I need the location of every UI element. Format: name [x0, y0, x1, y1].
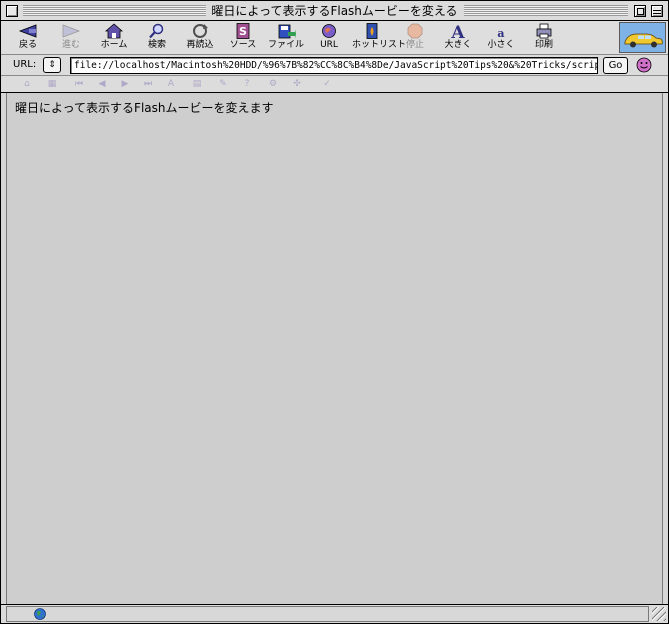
- print-icon: [536, 23, 552, 39]
- search-button[interactable]: 検索: [137, 23, 177, 53]
- mini-edit-icon: ✎: [219, 79, 227, 89]
- mini-print-icon: ▤: [192, 79, 202, 89]
- hotlist-label: ホットリスト: [352, 40, 407, 50]
- mini-grid-icon: ▦: [47, 79, 57, 89]
- mini-last-icon: ⏭: [143, 79, 153, 89]
- zoom-box[interactable]: [634, 5, 646, 17]
- search-label: 検索: [147, 40, 166, 50]
- url-history-popup[interactable]: ⇕: [43, 57, 61, 73]
- mini-previous-icon: ◀: [98, 79, 106, 89]
- page-text: 曜日によって表示するFlashムービーを変えます: [15, 101, 274, 115]
- back-arrow-icon: [18, 24, 37, 38]
- url-globe-icon: [322, 24, 336, 38]
- file-label: ファイル: [267, 40, 304, 50]
- stop-icon: [407, 23, 423, 39]
- forward-button[interactable]: 進む: [51, 23, 91, 53]
- source-icon: S: [236, 23, 250, 39]
- mini-gear-icon: ⚙: [268, 79, 278, 89]
- window-title: 曜日によって表示するFlashムービーを変える: [205, 3, 464, 19]
- smaller-text-button[interactable]: a 小さく: [481, 23, 521, 53]
- browser-window: 曜日によって表示するFlashムービーを変える 戻る 進む ホーム 検索 再読込…: [0, 0, 669, 624]
- forward-arrow-icon: [62, 24, 81, 38]
- secondary-button-bar: ⌂ ▦ ⏮ ◀ ▶ ⏭ A ▤ ✎ ? ⚙ ✣ ✓: [1, 76, 668, 93]
- resize-grow-box[interactable]: [652, 607, 666, 621]
- go-button[interactable]: Go: [603, 57, 628, 74]
- collapse-box[interactable]: [651, 5, 663, 17]
- location-bar: URL: ⇕ file://localhost/Macintosh%20HDD/…: [1, 55, 668, 76]
- source-label: ソース: [229, 40, 257, 50]
- back-label: 戻る: [18, 40, 37, 50]
- mini-check-icon: ✓: [323, 79, 331, 89]
- mini-home-icon: ⌂: [24, 79, 30, 89]
- source-button[interactable]: S ソース: [223, 23, 263, 53]
- larger-text-label: 大きく: [444, 40, 472, 50]
- larger-text-button[interactable]: A 大きく: [438, 23, 478, 53]
- hotlist-button[interactable]: ホットリスト: [352, 23, 407, 53]
- globe-icon: [34, 608, 46, 620]
- close-box[interactable]: [6, 5, 18, 17]
- status-bar: [1, 604, 668, 623]
- url-input[interactable]: file://localhost/Macintosh%20HDD/%96%7B%…: [70, 57, 598, 74]
- svg-text:a: a: [497, 27, 504, 39]
- smaller-text-icon: a: [497, 27, 504, 39]
- title-bar[interactable]: 曜日によって表示するFlashムービーを変える: [1, 1, 668, 21]
- hotlist-icon: [366, 23, 378, 39]
- url-button[interactable]: URL: [309, 23, 349, 53]
- back-button[interactable]: 戻る: [8, 23, 48, 53]
- print-button[interactable]: 印刷: [524, 23, 564, 53]
- url-label: URL: [320, 40, 338, 50]
- toolbar: 戻る 進む ホーム 検索 再読込 S ソース ファイル URL ホットリスト 停…: [1, 21, 668, 55]
- mini-settings-icon: ✣: [293, 79, 301, 89]
- mini-first-icon: ⏮: [74, 79, 84, 89]
- reload-label: 再読込: [186, 40, 214, 50]
- reload-icon: [193, 24, 208, 38]
- file-button[interactable]: ファイル: [266, 23, 306, 53]
- mini-font-icon: A: [167, 79, 175, 89]
- home-label: ホーム: [100, 40, 128, 50]
- search-magnifier-icon: [149, 23, 164, 39]
- smiley-face-icon[interactable]: [636, 57, 652, 73]
- browser-logo-car-icon[interactable]: [619, 22, 666, 53]
- stop-label: 停止: [405, 40, 424, 50]
- file-icon: [278, 24, 296, 39]
- mini-next-icon: ▶: [121, 79, 129, 89]
- reload-button[interactable]: 再読込: [180, 23, 220, 53]
- home-icon: [104, 23, 124, 39]
- mini-help-icon: ?: [244, 79, 250, 89]
- status-field: [6, 606, 649, 622]
- print-label: 印刷: [534, 40, 553, 50]
- svg-text:S: S: [239, 25, 247, 38]
- page-content: 曜日によって表示するFlashムービーを変えます: [6, 93, 663, 604]
- larger-text-icon: A: [450, 23, 465, 39]
- url-field-label: URL:: [13, 59, 37, 70]
- forward-label: 進む: [61, 40, 80, 50]
- smaller-text-label: 小さく: [487, 40, 515, 50]
- stop-button[interactable]: 停止: [395, 23, 435, 53]
- home-button[interactable]: ホーム: [94, 23, 134, 53]
- svg-text:A: A: [450, 23, 465, 39]
